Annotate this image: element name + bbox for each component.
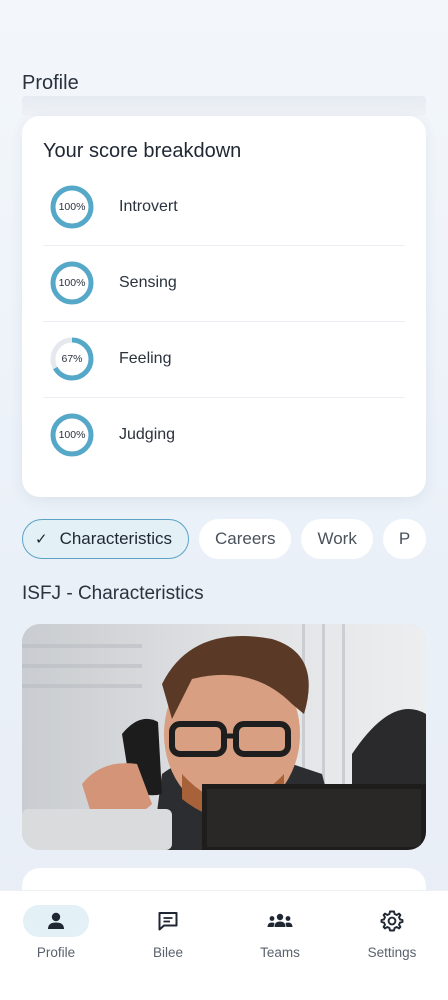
check-icon: ✓ [35,531,48,548]
nav-label: Settings [367,945,417,960]
page-title: Profile [22,72,79,94]
gear-icon [380,910,404,932]
nav-icon-container [247,905,313,937]
nav-label: Bilee [152,945,184,960]
score-row-sensing: 100% Sensing [43,246,405,322]
bottom-navigation: Profile Bilee Teams Settings [0,890,448,1000]
category-tabs: ✓ Characteristics Careers Work P [22,519,448,559]
trait-label: Introvert [119,198,178,215]
tab-characteristics[interactable]: ✓ Characteristics [22,519,189,559]
nav-profile[interactable]: Profile [0,905,112,965]
score-percent: 67% [61,353,83,365]
tab-label: P [398,529,411,548]
nav-icon-container [135,905,201,937]
nav-teams[interactable]: Teams [224,905,336,965]
score-percent: 100% [58,201,86,213]
card-top-strip [22,96,426,116]
person-icon [48,912,64,929]
score-row-introvert: 100% Introvert [43,170,405,246]
score-row-feeling: 67% Feeling [43,322,405,398]
nav-settings[interactable]: Settings [336,905,448,965]
nav-label: Profile [36,945,76,960]
tab-work[interactable]: Work [301,519,373,559]
chat-icon [158,912,178,931]
trait-label: Sensing [119,274,177,291]
nav-label: Teams [260,945,300,960]
trait-label: Feeling [119,350,172,367]
tab-careers[interactable]: Careers [199,519,292,559]
tab-label: Careers [215,529,276,548]
tab-label: Characteristics [59,529,172,548]
tab-more[interactable]: P [382,519,427,559]
trait-label: Judging [119,426,176,443]
photo-illustration [22,624,426,850]
score-percent: 100% [58,277,86,289]
score-breakdown-card: Your score breakdown 100% Introvert 100%… [22,116,426,497]
nav-icon-container [23,905,89,937]
nav-bilee[interactable]: Bilee [112,905,224,965]
nav-icon-container [359,905,425,937]
score-row-judging: 100% Judging [43,398,405,474]
section-title: ISFJ - Characteristics [22,583,204,604]
tab-label: Work [317,529,357,548]
score-breakdown-title: Your score breakdown [43,140,242,162]
characteristics-photo [22,624,426,850]
score-percent: 100% [58,429,86,441]
group-icon [267,913,293,927]
